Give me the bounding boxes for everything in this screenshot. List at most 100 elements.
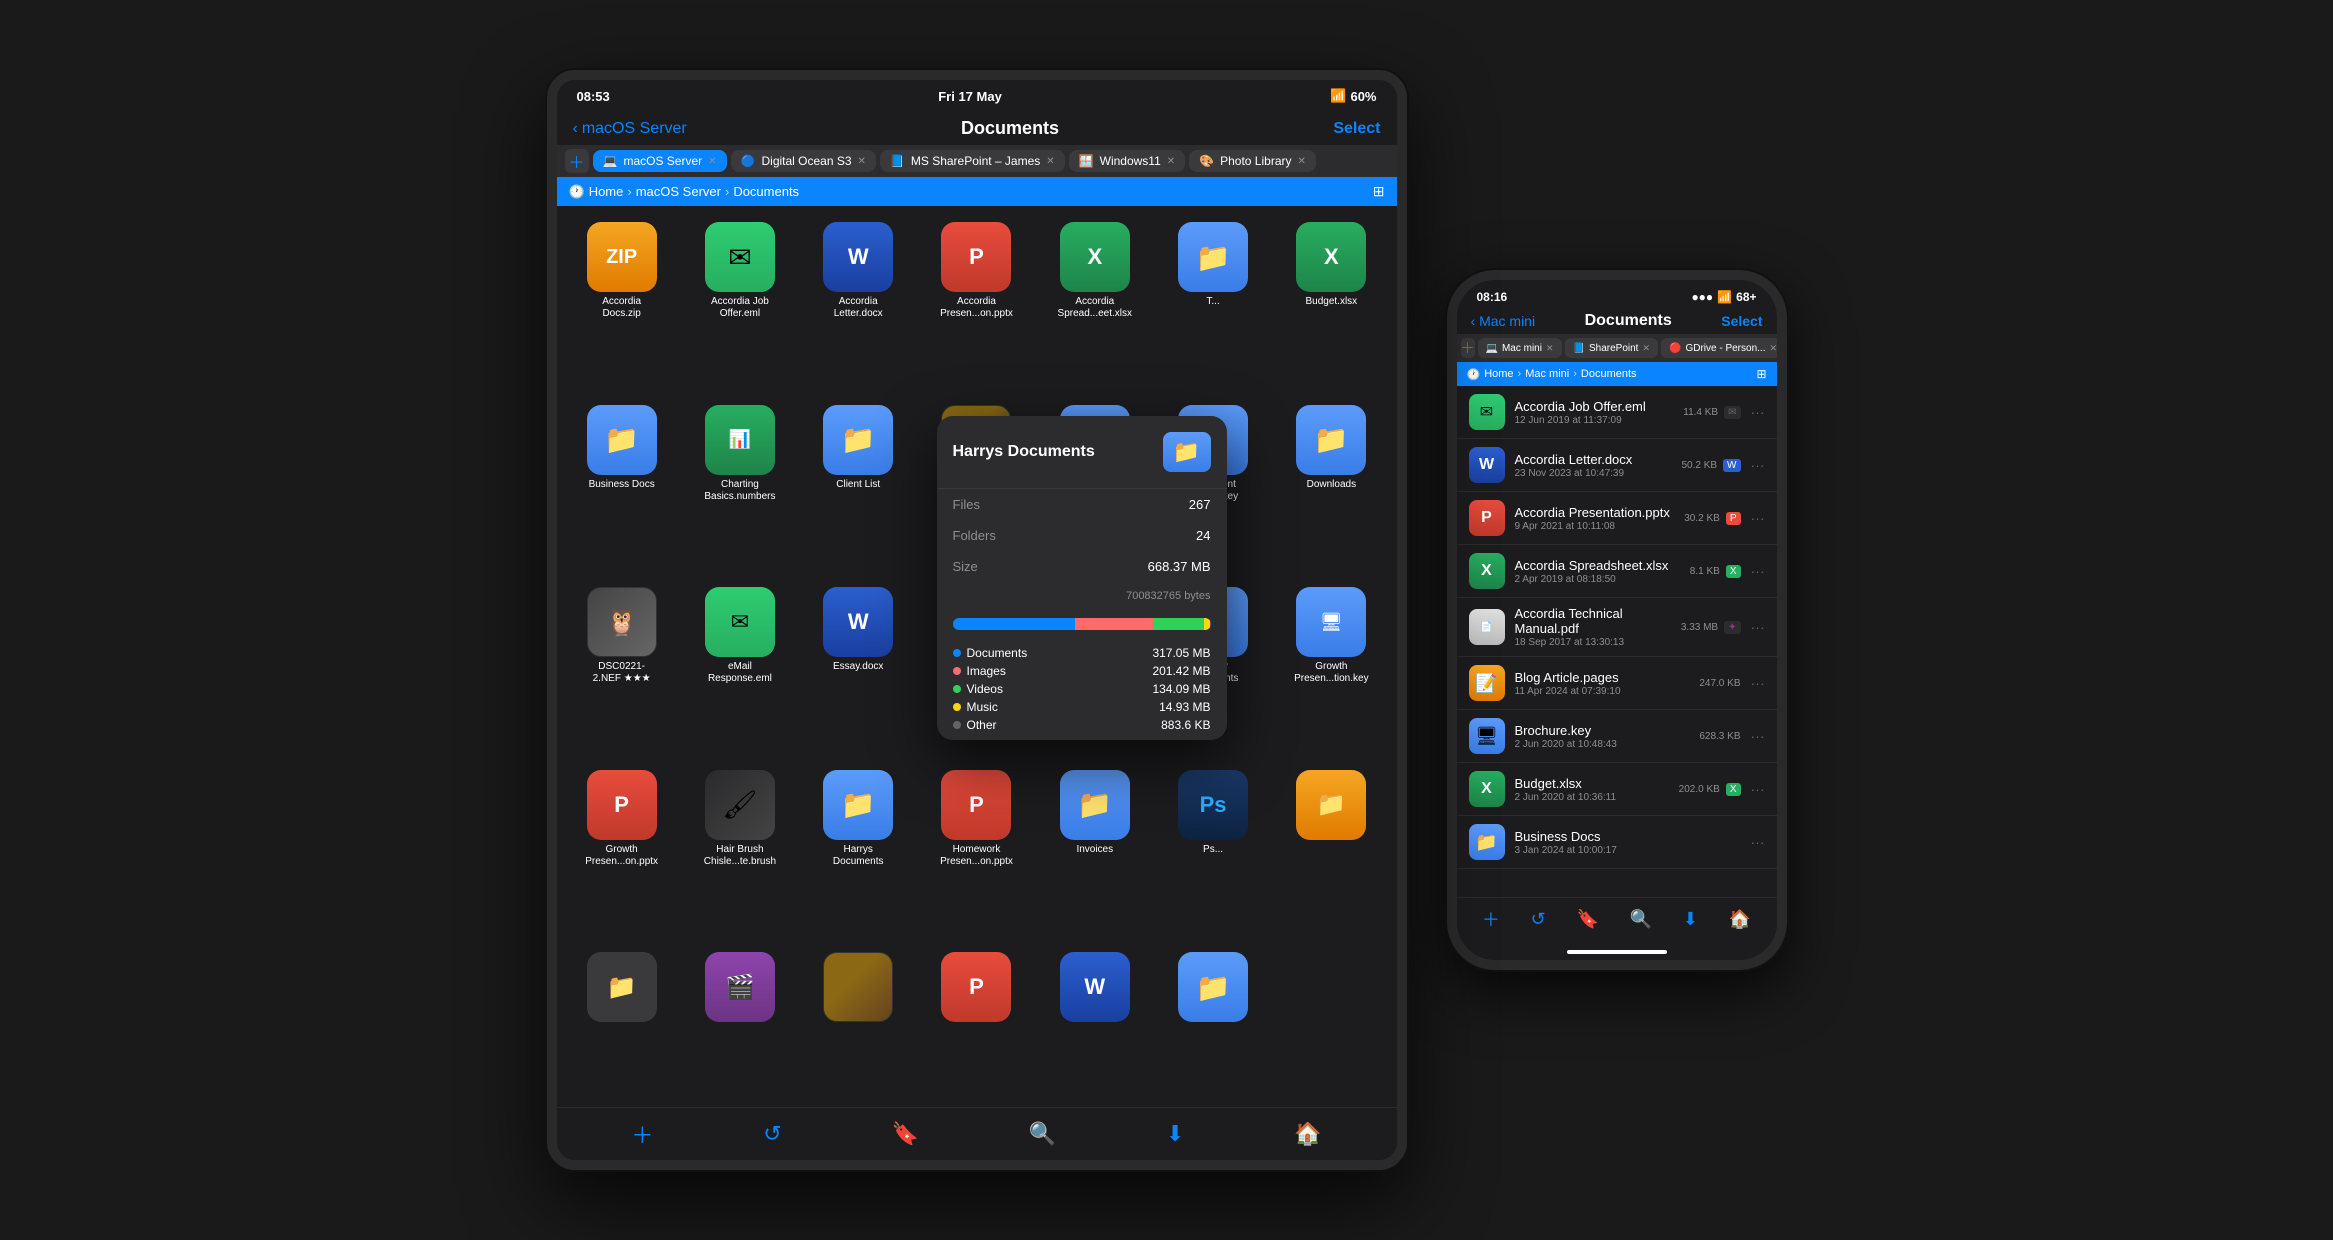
iphone-select-button[interactable]: Select: [1721, 313, 1762, 329]
ipad-tab-add-button[interactable]: ＋: [565, 149, 589, 173]
iphone-back-button[interactable]: ‹ Mac mini: [1471, 313, 1536, 329]
grid-view-icon[interactable]: ⊞: [1373, 183, 1385, 200]
popup-bar-chart: [953, 618, 1211, 630]
add-button[interactable]: ＋: [631, 1118, 653, 1150]
list-item-spreadsheet[interactable]: X Accordia Spreadsheet.xlsx 2 Apr 2019 a…: [1457, 545, 1777, 598]
tab-close-icon[interactable]: ✕: [1642, 343, 1650, 354]
ipad-device: 08:53 Fri 17 May 📶 60% ‹ macOS Server Do…: [547, 70, 1407, 1170]
file-item-dsc[interactable]: 🦉 DSC0221-2.NEF ★★★: [567, 581, 677, 756]
file-item-client[interactable]: 📁 Client List: [803, 399, 913, 574]
search-button[interactable]: 🔍: [1029, 1121, 1056, 1147]
file-icon-word: W: [823, 587, 893, 657]
ipad-tab-windows[interactable]: 🪟 Windows11 ✕: [1069, 150, 1185, 172]
ipad-back-button[interactable]: ‹ macOS Server: [573, 120, 687, 138]
grid-view-icon[interactable]: ⊞: [1756, 367, 1766, 381]
iphone-tab-add[interactable]: ＋: [1461, 338, 1475, 358]
file-item-pres[interactable]: P Accordia Presen...on.pptx: [921, 216, 1031, 391]
bookmarks-button[interactable]: 🔖: [1576, 909, 1598, 930]
breadcrumb-home[interactable]: Home: [1484, 368, 1513, 380]
add-button[interactable]: ＋: [1482, 906, 1500, 932]
file-item-texture[interactable]: [803, 946, 913, 1097]
home-button[interactable]: 🏠: [1294, 1121, 1321, 1147]
file-item-ppt2[interactable]: P: [921, 946, 1031, 1097]
list-item-blog[interactable]: 📝 Blog Article.pages 11 Apr 2024 at 07:3…: [1457, 657, 1777, 710]
home-button[interactable]: 🏠: [1729, 909, 1751, 930]
ipad-tab-sharepoint[interactable]: 📘 MS SharePoint – James ✕: [880, 150, 1065, 172]
more-button[interactable]: ···: [1751, 510, 1765, 526]
list-item-meta: 3 Jan 2024 at 10:00:17: [1515, 845, 1737, 856]
ipad-tab-macos[interactable]: 💻 macOS Server ✕: [593, 150, 727, 172]
iphone-tab-gdrive[interactable]: 🔴 GDrive - Person... ✕: [1661, 338, 1777, 358]
iphone-tab-macmini[interactable]: 💻 Mac mini ✕: [1478, 338, 1562, 358]
file-item-essay[interactable]: W Essay.docx: [803, 581, 913, 756]
file-item-hairbrush[interactable]: 🖌 Hair Brush Chisle...te.brush: [685, 764, 795, 939]
breadcrumb-macmini[interactable]: Mac mini: [1525, 368, 1569, 380]
bookmarks-button[interactable]: 🔖: [891, 1121, 918, 1147]
file-item-budget[interactable]: X Budget.xlsx: [1276, 216, 1386, 391]
refresh-button[interactable]: ↺: [1531, 909, 1546, 930]
file-icon-brush: 🖌: [705, 770, 775, 840]
file-item-growth-ppt[interactable]: P Growth Presen...on.pptx: [567, 764, 677, 939]
file-item-word2[interactable]: W: [1040, 946, 1150, 1097]
more-button[interactable]: ···: [1751, 404, 1765, 420]
search-button[interactable]: 🔍: [1630, 909, 1652, 930]
file-item-email-response[interactable]: ✉ eMail Response.eml: [685, 581, 795, 756]
file-item-folder-yellow[interactable]: 📁: [1276, 764, 1386, 939]
breadcrumb-home[interactable]: Home: [589, 184, 624, 199]
more-button[interactable]: ···: [1751, 781, 1765, 797]
download-button[interactable]: ⬇: [1683, 909, 1698, 930]
list-item-budget[interactable]: X Budget.xlsx 2 Jun 2020 at 10:36:11 202…: [1457, 763, 1777, 816]
file-item-folder-t[interactable]: 📁 T...: [1158, 216, 1268, 391]
tab-close-icon[interactable]: ✕: [1297, 156, 1305, 167]
more-button[interactable]: ···: [1751, 834, 1765, 850]
tab-close-icon[interactable]: ✕: [1769, 343, 1776, 354]
file-item-harrys[interactable]: 📁 Harrys Documents: [803, 764, 913, 939]
file-item-folder-dark[interactable]: 📁: [567, 946, 677, 1097]
tab-close-icon[interactable]: ✕: [1046, 156, 1054, 167]
list-item-letter[interactable]: W Accordia Letter.docx 23 Nov 2023 at 10…: [1457, 439, 1777, 492]
list-item-brochure[interactable]: 🖥 Brochure.key 2 Jun 2020 at 10:48:43 62…: [1457, 710, 1777, 763]
file-icon-ppt: P: [941, 952, 1011, 1022]
download-button[interactable]: ⬇: [1166, 1121, 1184, 1147]
tab-close-icon[interactable]: ✕: [1167, 156, 1175, 167]
more-button[interactable]: ···: [1751, 619, 1765, 635]
file-icon-folder: 📁: [587, 405, 657, 475]
file-label: Accordia Presen...on.pptx: [939, 296, 1014, 320]
iphone-tab-sharepoint[interactable]: 📘 SharePoint ✕: [1565, 338, 1658, 358]
list-icon-pages: 📝: [1469, 665, 1505, 701]
more-button[interactable]: ···: [1751, 728, 1765, 744]
tab-close-icon[interactable]: ✕: [708, 156, 716, 167]
file-item-growth-key[interactable]: 🖥 Growth Presen...tion.key: [1276, 581, 1386, 756]
file-item-charting[interactable]: 📊 Charting Basics.numbers: [685, 399, 795, 574]
file-icon-folder: 📁: [1296, 405, 1366, 475]
more-button[interactable]: ···: [1751, 563, 1765, 579]
file-item-ps[interactable]: Ps Ps...: [1158, 764, 1268, 939]
file-item-downloads[interactable]: 📁 Downloads: [1276, 399, 1386, 574]
breadcrumb-documents[interactable]: Documents: [1581, 368, 1637, 380]
file-item-letter[interactable]: W Accordia Letter.docx: [803, 216, 913, 391]
breadcrumb-server[interactable]: macOS Server: [636, 184, 721, 199]
file-item-spreadsheet[interactable]: X Accordia Spread...eet.xlsx: [1040, 216, 1150, 391]
file-label: Essay.docx: [833, 661, 883, 673]
file-item-video[interactable]: 🎬: [685, 946, 795, 1097]
file-item-accordia-docs[interactable]: ZIP Accordia Docs.zip: [567, 216, 677, 391]
file-item-business[interactable]: 📁 Business Docs: [567, 399, 677, 574]
ipad-tab-photolibrary[interactable]: 🎨 Photo Library ✕: [1189, 150, 1316, 172]
more-button[interactable]: ···: [1751, 457, 1765, 473]
tab-close-icon[interactable]: ✕: [858, 156, 866, 167]
file-item-folder-end[interactable]: 📁: [1158, 946, 1268, 1097]
list-item-technical-manual[interactable]: 📄 Accordia Technical Manual.pdf 18 Sep 2…: [1457, 598, 1777, 657]
list-item-business-docs[interactable]: 📁 Business Docs 3 Jan 2024 at 10:00:17 ·…: [1457, 816, 1777, 869]
iphone-status-icons: ●●● 📶 68+: [1691, 290, 1756, 304]
file-item-homework[interactable]: P Homework Presen...on.pptx: [921, 764, 1031, 939]
more-button[interactable]: ···: [1751, 675, 1765, 691]
tab-close-icon[interactable]: ✕: [1546, 343, 1554, 354]
ipad-select-button[interactable]: Select: [1333, 120, 1380, 138]
list-item-job-offer[interactable]: ✉ Accordia Job Offer.eml 12 Jun 2019 at …: [1457, 386, 1777, 439]
ipad-tab-digitalocean[interactable]: 🔵 Digital Ocean S3 ✕: [731, 150, 876, 172]
refresh-button[interactable]: ↺: [763, 1121, 781, 1147]
file-item-invoices[interactable]: 📁 Invoices: [1040, 764, 1150, 939]
file-item-job-offer[interactable]: ✉ Accordia Job Offer.eml: [685, 216, 795, 391]
breadcrumb-documents[interactable]: Documents: [733, 184, 799, 199]
list-item-presentation[interactable]: P Accordia Presentation.pptx 9 Apr 2021 …: [1457, 492, 1777, 545]
